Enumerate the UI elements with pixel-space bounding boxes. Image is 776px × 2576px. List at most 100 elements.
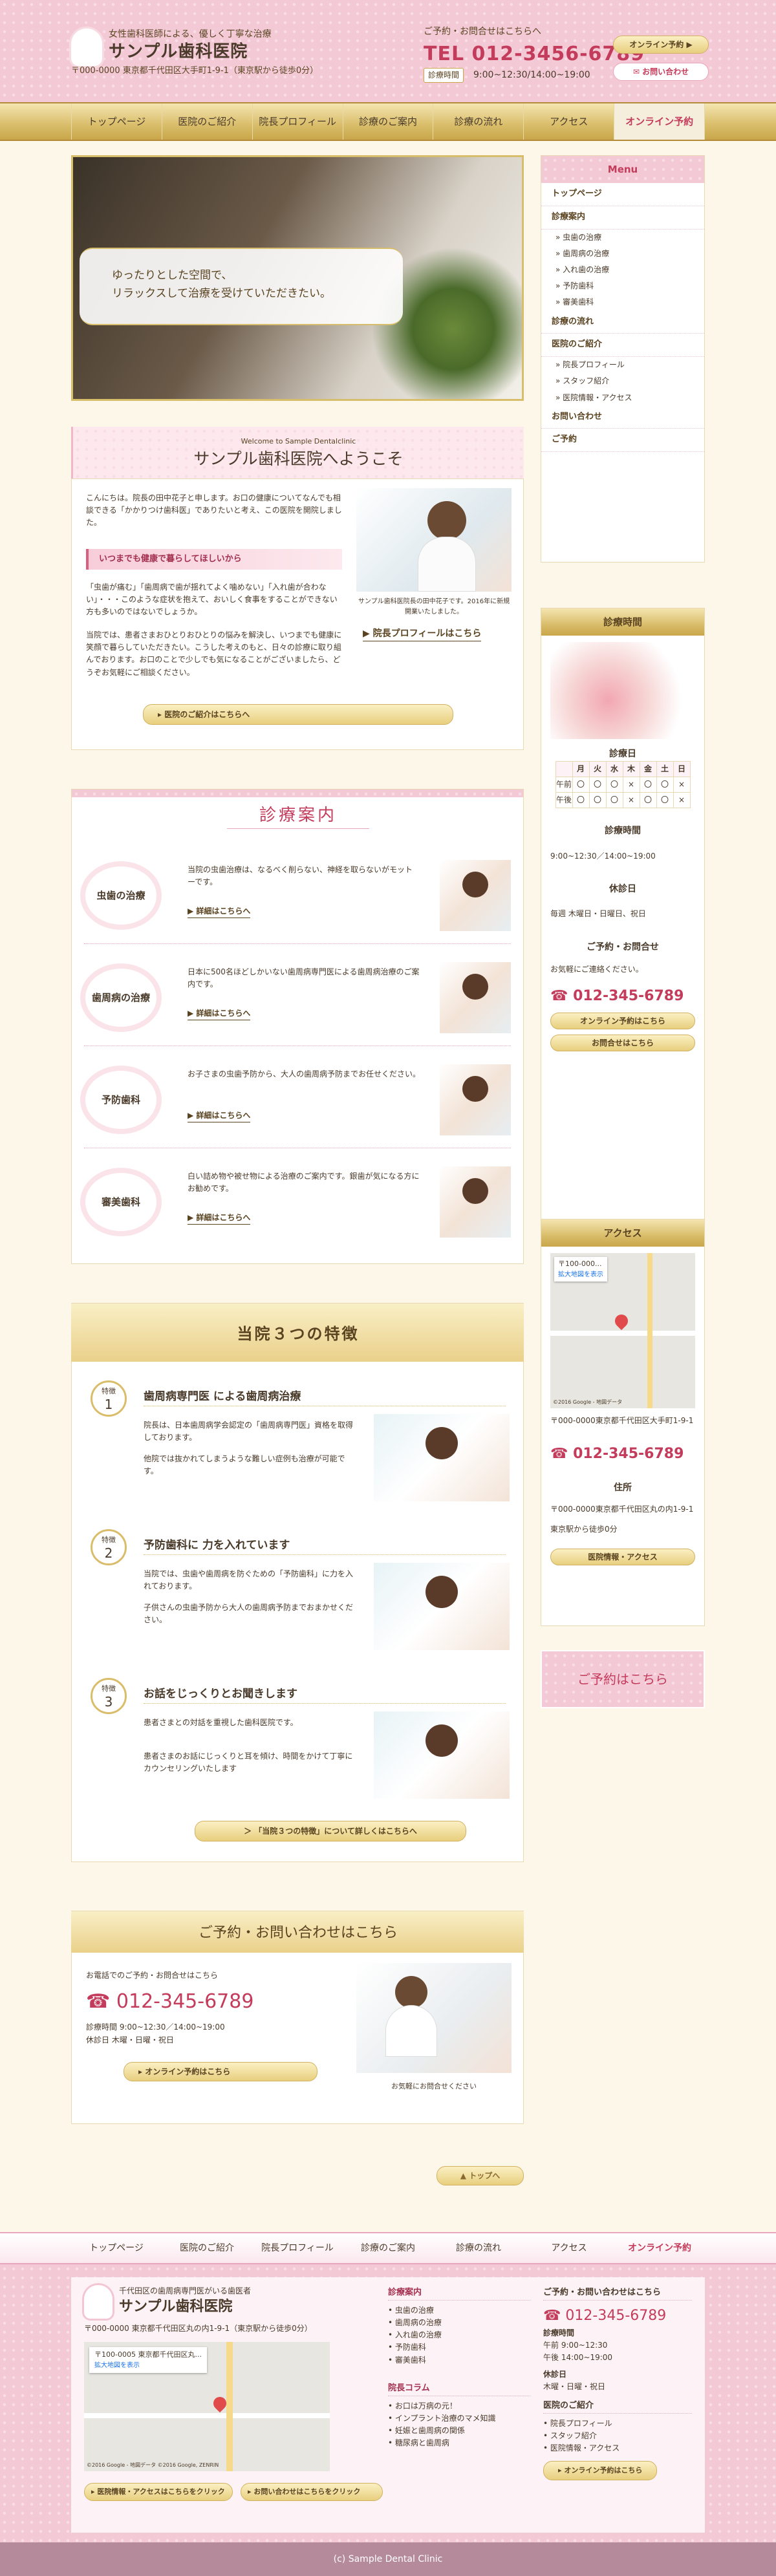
footer-access-button[interactable]: ▸ 医院情報・アクセスはこちらをクリック	[84, 2483, 233, 2501]
feature-number: 3	[104, 1694, 113, 1710]
footer-site-name[interactable]: サンプル歯科医院	[119, 2295, 232, 2318]
sidebar-submenu-item[interactable]: » 審美歯科	[541, 294, 704, 310]
sidebar-submenu-item[interactable]: » スタッフ紹介	[541, 373, 704, 389]
footer-link[interactable]: • 予防歯科	[388, 2341, 530, 2354]
staff-body	[385, 2005, 437, 2057]
feature-heading: 歯周病専門医 による歯周病治療	[144, 1388, 506, 1407]
service-detail-link-label: 詳細はこちらへ	[196, 1213, 251, 1222]
sidebar-map[interactable]: 〒100-000... 拡大地図を表示 ©2016 Google - 地図データ	[550, 1253, 695, 1408]
footer-tel[interactable]: ☎ 012-345-6789	[543, 2304, 692, 2327]
nav-about[interactable]: 医院のご紹介	[162, 103, 253, 140]
service-detail-link[interactable]: ▶ 詳細はこちらへ	[188, 1110, 251, 1123]
footer-map[interactable]: 〒100-0005 東京都千代田区丸... 拡大地図を表示 ©2016 Googl…	[84, 2342, 330, 2471]
map-road	[84, 2413, 330, 2418]
footer-address: 〒000-0000 東京都千代田区丸の内1-9-1（東京駅から徒歩0分）	[84, 2324, 312, 2333]
online-reserve-button[interactable]: オンライン予約 ▶	[613, 36, 709, 54]
feature-badge-label: 特徴	[102, 1387, 116, 1395]
footer-link[interactable]: • 歯周病の治療	[388, 2317, 530, 2329]
header-tel[interactable]: TEL 012-3456-6789	[424, 39, 645, 70]
sidebar-reserve-banner[interactable]: ご予約はこちら	[541, 1650, 705, 1708]
footer-link[interactable]: • 糖尿病と歯周病	[388, 2437, 530, 2449]
sidebar-menu-item[interactable]: ご予約	[541, 429, 704, 453]
nav-top[interactable]: トップページ	[71, 103, 162, 140]
sidebar-menu-item[interactable]: 診療案内	[541, 206, 704, 230]
service-item: 虫歯の治療 当院の虫歯治療は、なるべく削らない、神経を取らないがモットーです。 ▶ …	[71, 847, 524, 944]
sidebar-menu-item[interactable]: 診療の流れ	[541, 311, 704, 334]
sidebar-menu-item-label: お問い合わせ	[552, 411, 603, 422]
service-detail-link[interactable]: ▶ 詳細はこちらへ	[188, 1007, 251, 1021]
footer-hours-am: 午前 9:00~12:30	[543, 2341, 608, 2350]
schedule-cell: 午後	[555, 792, 573, 809]
footer-link[interactable]: • 妊娠と歯周病の関係	[388, 2425, 530, 2437]
footer-contact-button[interactable]: ▸ お問い合わせはこちらをクリック	[241, 2483, 383, 2501]
contact-online-button[interactable]: ▸ オンライン予約はこちら	[124, 2062, 318, 2081]
sidebar-access-tel[interactable]: ☎ 012-345-6789	[541, 1443, 704, 1465]
sidebar-submenu-item[interactable]: » 院長プロフィール	[541, 357, 704, 373]
feature-text-1: 当院では、虫歯や歯周病を防ぐための「予防歯科」に力を入れております。	[144, 1569, 354, 1591]
footer-nav-profile[interactable]: 院長プロフィール	[252, 2233, 343, 2263]
footer-link[interactable]: • インプラント治療のマメ知識	[388, 2412, 530, 2425]
person-figure	[426, 1427, 458, 1459]
service-detail-link[interactable]: ▶ 詳細はこちらへ	[188, 1212, 251, 1225]
person-figure	[426, 1576, 458, 1608]
contact-caption: お気軽にお問合せください	[391, 2082, 477, 2090]
footer-link[interactable]: • 虫歯の治療	[388, 2304, 530, 2317]
sidebar-menu-item[interactable]: お問い合わせ	[541, 406, 704, 429]
sidebar-info-button[interactable]: 医院情報・アクセス	[550, 1549, 695, 1566]
footer-col2-title: 院長コラム	[388, 2382, 530, 2396]
nav-online[interactable]: オンライン予約	[614, 103, 706, 140]
nav-services[interactable]: 診療のご案内	[343, 103, 434, 140]
clinic-intro-button[interactable]: ▸ 医院のご紹介はこちらへ	[143, 704, 453, 725]
footer-online-button[interactable]: ▸ オンライン予約はこちら	[543, 2461, 658, 2480]
sidebar-contact-button[interactable]: お問合せはこちら	[550, 1035, 695, 1052]
chevron-right-icon: »	[555, 248, 563, 258]
footer-link-label: 歯周病の治療	[394, 2317, 442, 2327]
pagetop-button[interactable]: ▲ トップへ	[436, 2166, 524, 2185]
copyright: (c) Sample Dental Clinic	[0, 2542, 776, 2576]
sidebar-submenu-item[interactable]: » 歯周病の治療	[541, 246, 704, 262]
footer-link[interactable]: • 医院情報・アクセス	[543, 2442, 692, 2454]
contact-button[interactable]: ✉ お問い合わせ	[613, 63, 709, 81]
bullet-icon: •	[543, 2418, 550, 2428]
footer-nav-flow[interactable]: 診療の流れ	[433, 2233, 524, 2263]
map-enlarge-link[interactable]: 拡大地図を表示	[558, 1270, 603, 1280]
footer-link[interactable]: • スタッフ紹介	[543, 2430, 692, 2442]
footer-map-enlarge-link[interactable]: 拡大地図を表示	[94, 2361, 202, 2371]
footer-link[interactable]: • お口は万病の元！	[388, 2400, 530, 2412]
divider	[84, 943, 511, 944]
features-detail-button[interactable]: ＞ 「当院３つの特徴」について詳しくはこちらへ	[195, 1821, 466, 1841]
footer-nav-top[interactable]: トップページ	[71, 2233, 162, 2263]
footer-link[interactable]: • 審美歯科	[388, 2354, 530, 2367]
sidebar-online-button[interactable]: オンライン予約はこちら	[550, 1013, 695, 1030]
footer-nav-access[interactable]: アクセス	[524, 2233, 614, 2263]
welcome-title: サンプル歯科医院へようこそ	[193, 449, 404, 468]
chevron-right-icon: »	[555, 281, 563, 291]
sidebar-submenu-item[interactable]: » 虫歯の治療	[541, 230, 704, 246]
tooth-logo-icon[interactable]	[71, 28, 102, 66]
footer-link[interactable]: • 院長プロフィール	[543, 2418, 692, 2430]
sidebar-submenu-item[interactable]: » 医院情報・アクセス	[541, 390, 704, 406]
feature-photo	[374, 1712, 510, 1799]
profile-link[interactable]: ▶ 院長プロフィールはこちら	[363, 627, 482, 642]
contact-tel[interactable]: ☎ 012-345-6789	[86, 1986, 253, 2017]
hero-text-2: リラックスして治療を受けていただきたい。	[112, 287, 331, 300]
contact-online-button-label: オンライン予約はこちら	[145, 2067, 231, 2076]
sidebar-menu-item[interactable]: トップページ	[541, 183, 704, 206]
sidebar-menu-item[interactable]: 医院のご紹介	[541, 334, 704, 358]
footer-nav-online[interactable]: オンライン予約	[614, 2233, 705, 2263]
nav-access[interactable]: アクセス	[524, 103, 615, 140]
sidebar-tel[interactable]: ☎ 012-345-6789	[541, 985, 704, 1007]
footer-nav-services[interactable]: 診療のご案内	[343, 2233, 433, 2263]
sidebar-submenu-item[interactable]: » 入れ歯の治療	[541, 262, 704, 278]
service-name-badge: 予防歯科	[85, 1071, 156, 1129]
site-name[interactable]: サンプル歯科医院	[109, 39, 248, 66]
footer-nav-about[interactable]: 医院のご紹介	[162, 2233, 252, 2263]
sidebar-submenu-item[interactable]: » 予防歯科	[541, 278, 704, 294]
nav-profile[interactable]: 院長プロフィール	[253, 103, 343, 140]
site-footer: 千代田区の歯周病専門医がいる歯医者 サンプル歯科医院 〒000-0000 東京都…	[0, 2264, 776, 2542]
footer-col3-title: ご予約・お問い合わせはこちら	[543, 2286, 692, 2301]
bullet-icon: •	[388, 2355, 395, 2365]
footer-link[interactable]: • 入れ歯の治療	[388, 2329, 530, 2341]
service-detail-link[interactable]: ▶ 詳細はこちらへ	[188, 905, 251, 919]
nav-flow[interactable]: 診療の流れ	[433, 103, 524, 140]
